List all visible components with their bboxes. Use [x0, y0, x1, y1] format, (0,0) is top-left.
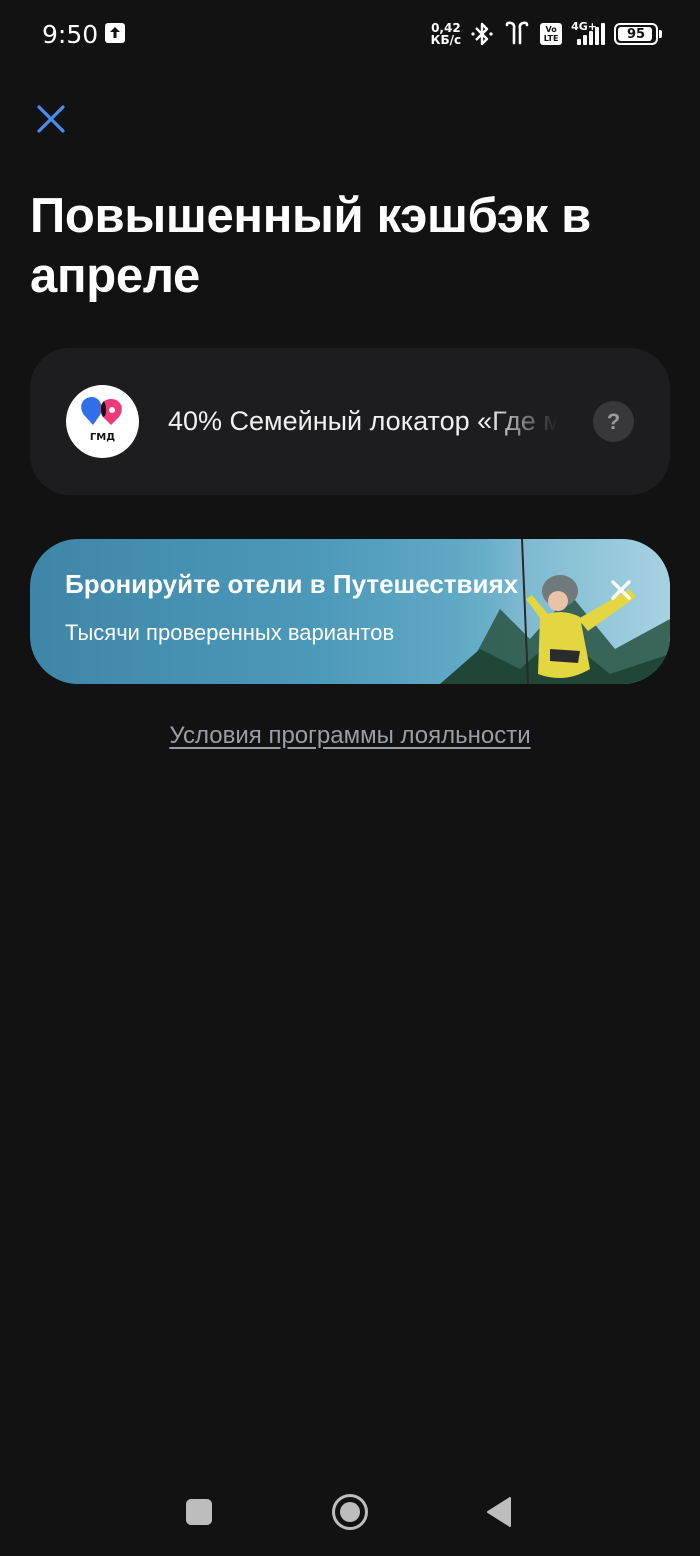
help-icon: ? [606, 408, 621, 434]
earbuds-icon [503, 21, 531, 47]
close-icon [611, 580, 631, 600]
promo-banner[interactable]: Бронируйте отели в Путешествиях Тысячи п… [30, 539, 670, 684]
promo-subtitle: Тысячи проверенных вариантов [65, 620, 395, 645]
network-speed: 0,42 КБ/с [431, 22, 461, 46]
home-icon[interactable] [332, 1494, 368, 1530]
location-pin-icon [81, 397, 122, 425]
upload-icon [105, 23, 125, 43]
cashback-offer-text: 40% Семейный локатор «Где мои дети» [168, 406, 558, 436]
page-title: Повышенный кэшбэк в апреле [30, 189, 592, 303]
cashback-card[interactable]: ГМД 40% Семейный локатор «Где мои дети» … [30, 348, 670, 495]
signal-bar [583, 35, 587, 45]
volte-bottom-label: LTE [543, 34, 559, 43]
promo-title: Бронируйте отели в Путешествиях [65, 569, 519, 599]
battery-level: 95 [626, 26, 646, 42]
screen: 9:50 0,42 КБ/с Vo LTE 4G+ 95 Повышенный … [0, 0, 700, 1556]
help-button[interactable]: ? [593, 401, 634, 442]
loyalty-terms-link[interactable]: Условия программы лояльности [0, 722, 700, 750]
promo-close-button[interactable] [606, 575, 636, 605]
signal-icon: 4G+ [571, 20, 605, 45]
volte-top-label: Vo [545, 25, 557, 34]
bluetooth-icon [470, 21, 494, 47]
volte-icon: Vo LTE [540, 23, 563, 45]
partner-logo: ГМД [66, 385, 139, 458]
signal-bar [589, 31, 593, 45]
cashback-text-wrap: 40% Семейный локатор «Где мои дети» [168, 400, 558, 442]
partner-logo-text: ГМД [89, 432, 116, 443]
recent-apps-icon[interactable] [186, 1499, 212, 1525]
signal-bar [577, 39, 581, 45]
network-speed-unit: КБ/с [430, 33, 462, 47]
home-icon-dot [340, 1502, 360, 1522]
signal-bar [601, 23, 605, 45]
network-type: 4G+ [571, 20, 597, 33]
status-time: 9:50 [42, 20, 99, 49]
back-icon[interactable] [486, 1496, 512, 1528]
status-bar: 9:50 0,42 КБ/с Vo LTE 4G+ 95 [0, 0, 700, 70]
close-icon [37, 105, 65, 133]
promo-photo [440, 539, 670, 684]
battery-icon: 95 [614, 23, 662, 45]
close-button[interactable] [30, 98, 72, 140]
status-icons: 0,42 КБ/с Vo LTE 4G+ 95 [431, 20, 662, 48]
